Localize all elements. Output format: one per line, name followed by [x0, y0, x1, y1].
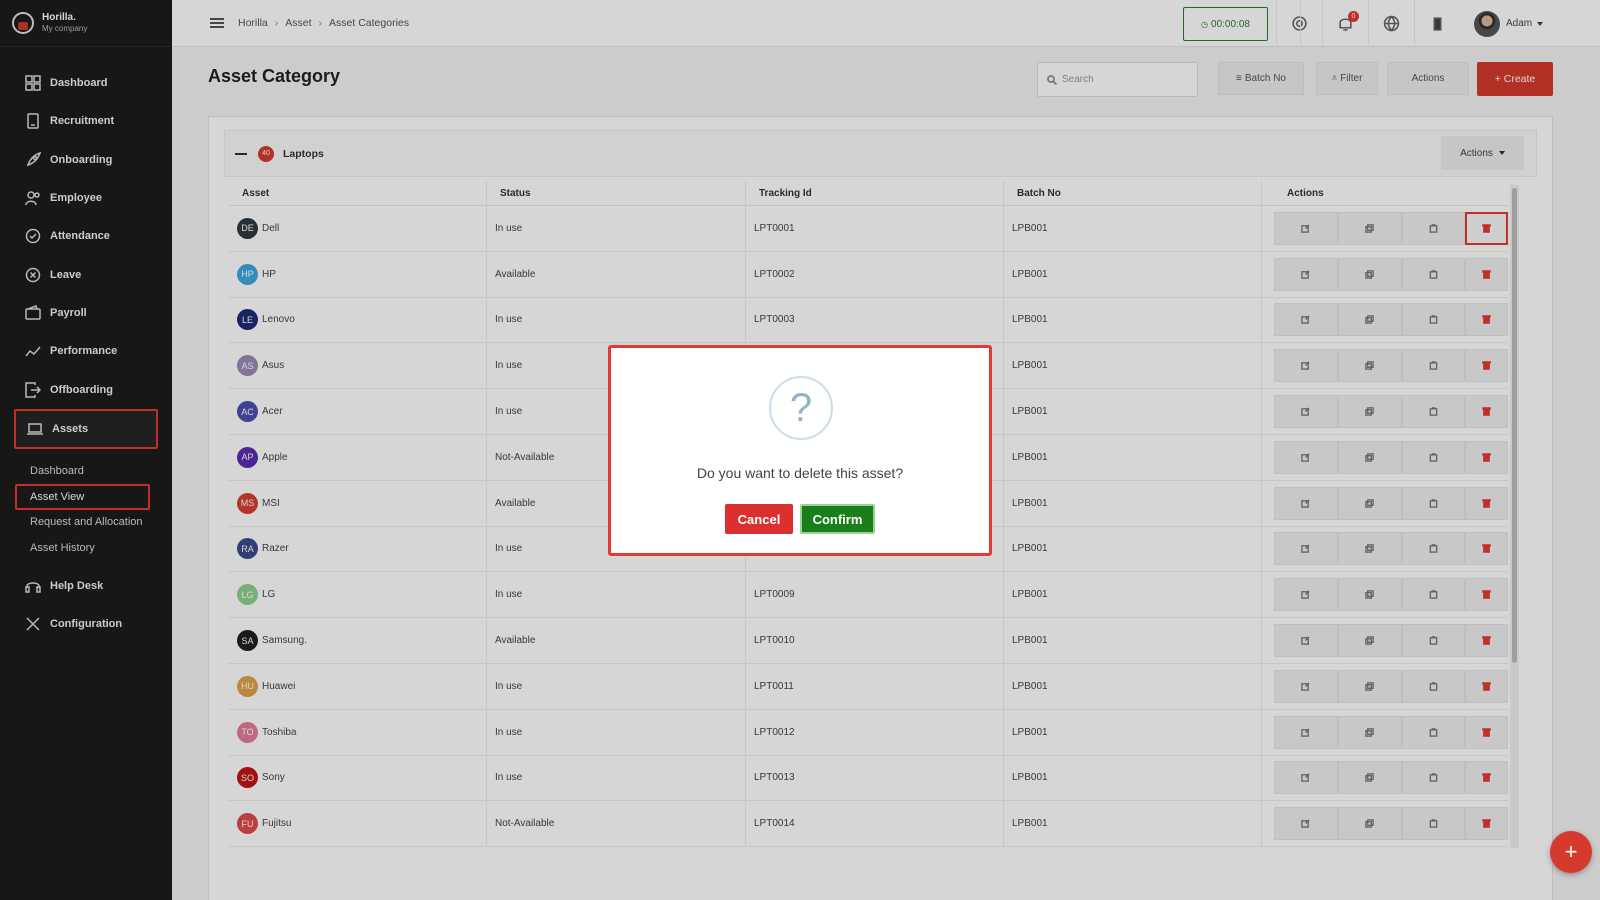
quick-add-fab-button[interactable]: +	[1550, 831, 1592, 873]
confirm-button[interactable]: Confirm	[800, 504, 875, 534]
delete-confirm-dialog: ? Do you want to delete this asset? Canc…	[608, 345, 992, 556]
cancel-button[interactable]: Cancel	[725, 504, 793, 534]
question-icon: ?	[769, 376, 833, 440]
dialog-message: Do you want to delete this asset?	[696, 465, 904, 481]
